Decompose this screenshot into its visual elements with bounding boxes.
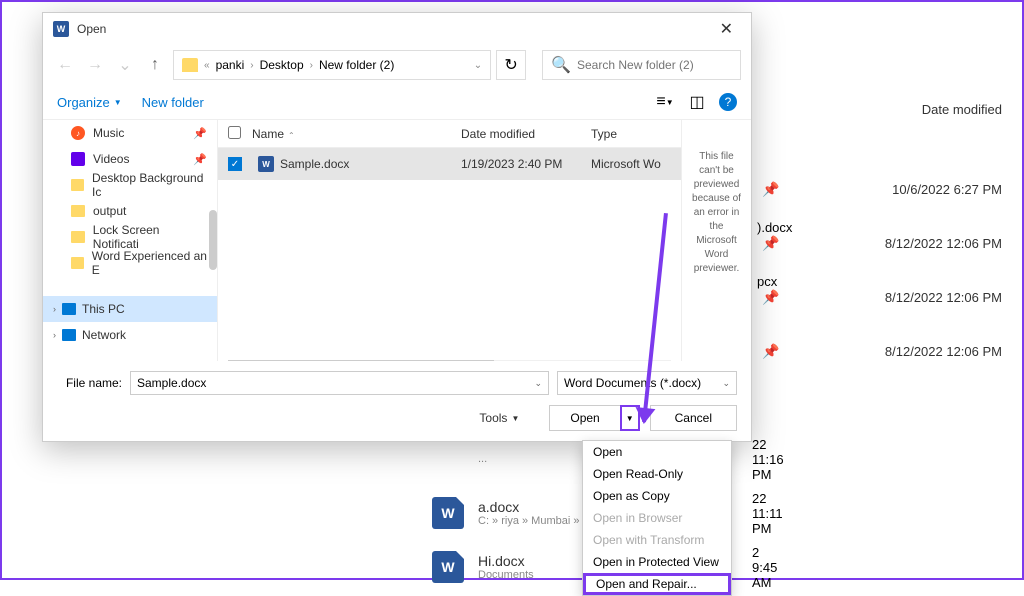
menu-item-protected[interactable]: Open in Protected View [583, 551, 731, 573]
chevron-down-icon[interactable]: ⌄ [113, 53, 137, 77]
refresh-icon[interactable]: ↻ [496, 50, 526, 80]
scrollbar[interactable] [209, 210, 217, 270]
bg-list-item[interactable]: W Hi.docxDocuments 2 9:45 AM [432, 540, 589, 594]
menu-item-open[interactable]: Open [583, 441, 731, 463]
word-icon: W [53, 21, 69, 37]
chevron-down-icon[interactable]: ⌄ [722, 378, 730, 389]
bg-list-item[interactable]: W a.docxC: » riya » Mumbai » L 22 11:11 … [432, 486, 589, 540]
search-icon: 🔍 [551, 55, 571, 75]
forward-icon[interactable]: → [83, 53, 107, 77]
help-icon[interactable]: ? [719, 93, 737, 111]
close-icon[interactable]: ✕ [712, 15, 741, 43]
bg-text: pcx [757, 274, 777, 289]
file-row[interactable]: ✓ WSample.docx 1/19/2023 2:40 PM Microso… [218, 148, 681, 180]
select-all-checkbox[interactable] [228, 126, 241, 139]
dialog-title: Open [77, 22, 106, 36]
folder-icon [71, 179, 84, 191]
filename-label: File name: [57, 376, 122, 390]
pc-icon [62, 303, 76, 315]
sidebar-item-network[interactable]: ›Network [43, 322, 217, 348]
music-icon: ♪ [71, 126, 85, 140]
menu-item-copy[interactable]: Open as Copy [583, 485, 731, 507]
file-list: Name⌃ Date modified Type ✓ WSample.docx … [218, 120, 681, 361]
new-folder-button[interactable]: New folder [142, 95, 204, 110]
sidebar-item[interactable]: output [43, 198, 217, 224]
open-button[interactable]: Open [549, 405, 619, 431]
chevron-right-icon: › [53, 330, 56, 340]
breadcrumb[interactable]: « panki› Desktop› New folder (2) ⌄ [173, 50, 491, 80]
sidebar: ♪Music📌 Videos📌 Desktop Background Ic ou… [43, 120, 218, 361]
up-icon[interactable]: ↑ [143, 53, 167, 77]
network-icon [62, 329, 76, 341]
sidebar-item[interactable]: Word Experienced an E [43, 250, 217, 276]
open-dialog: W Open ✕ ← → ⌄ ↑ « panki› Desktop› New f… [42, 12, 752, 442]
pin-icon: 📌 [762, 181, 779, 198]
tools-button[interactable]: Tools▼ [479, 411, 519, 425]
sidebar-item[interactable]: Desktop Background Ic [43, 172, 217, 198]
folder-icon [182, 58, 198, 72]
scrollbar[interactable] [228, 360, 671, 361]
word-icon: W [432, 497, 464, 529]
pin-icon: 📌 [193, 127, 207, 140]
dialog-titlebar: W Open ✕ [43, 13, 751, 45]
sidebar-item-videos[interactable]: Videos📌 [43, 146, 217, 172]
sidebar-item-this-pc[interactable]: ›This PC [43, 296, 217, 322]
word-icon: W [258, 156, 274, 172]
menu-item-repair[interactable]: Open and Repair... [583, 573, 731, 595]
open-dropdown-menu: Open Open Read-Only Open as Copy Open in… [582, 440, 732, 596]
pin-icon: 📌 [762, 343, 779, 360]
column-date[interactable]: Date modified [461, 127, 591, 141]
checkbox-icon[interactable]: ✓ [228, 157, 242, 171]
bg-date-header: Date modified [922, 102, 1002, 117]
chevron-down-icon[interactable]: ⌄ [474, 60, 482, 71]
filename-input[interactable]: Sample.docx⌄ [130, 371, 549, 395]
column-name[interactable]: Name⌃ [252, 127, 461, 141]
sidebar-item[interactable]: Lock Screen Notificati [43, 224, 217, 250]
bg-row: 📌8/12/2022 12:06 PM [762, 324, 1002, 378]
sidebar-item-music[interactable]: ♪Music📌 [43, 120, 217, 146]
preview-pane: This file can't be previewed because of … [681, 120, 751, 361]
search-input[interactable]: 🔍 [542, 50, 741, 80]
folder-icon [71, 205, 85, 217]
word-icon: W [432, 551, 464, 583]
pin-icon: 📌 [193, 153, 207, 166]
cancel-button[interactable]: Cancel [650, 405, 737, 431]
pin-icon: 📌 [762, 235, 779, 252]
organize-button[interactable]: Organize▼ [57, 95, 122, 110]
pin-icon: 📌 [762, 289, 779, 306]
preview-icon[interactable]: ◫ [687, 92, 707, 112]
bg-row: 📌10/6/2022 6:27 PM [762, 162, 1002, 216]
video-icon [71, 152, 85, 166]
menu-item-transform: Open with Transform [583, 529, 731, 551]
chevron-down-icon[interactable]: ⌄ [534, 378, 542, 389]
menu-item-browser: Open in Browser [583, 507, 731, 529]
column-type[interactable]: Type [591, 127, 681, 141]
folder-icon [71, 231, 85, 243]
bg-text: ).docx [757, 220, 792, 235]
view-icon[interactable]: ≡ ▼ [655, 92, 675, 112]
back-icon[interactable]: ← [53, 53, 77, 77]
sort-icon: ⌃ [288, 131, 295, 140]
chevron-right-icon: › [53, 304, 56, 314]
folder-icon [71, 257, 84, 269]
menu-item-readonly[interactable]: Open Read-Only [583, 463, 731, 485]
bg-row: 📌8/12/2022 12:06 PM [762, 216, 1002, 270]
bg-row: 📌8/12/2022 12:06 PM [762, 270, 1002, 324]
